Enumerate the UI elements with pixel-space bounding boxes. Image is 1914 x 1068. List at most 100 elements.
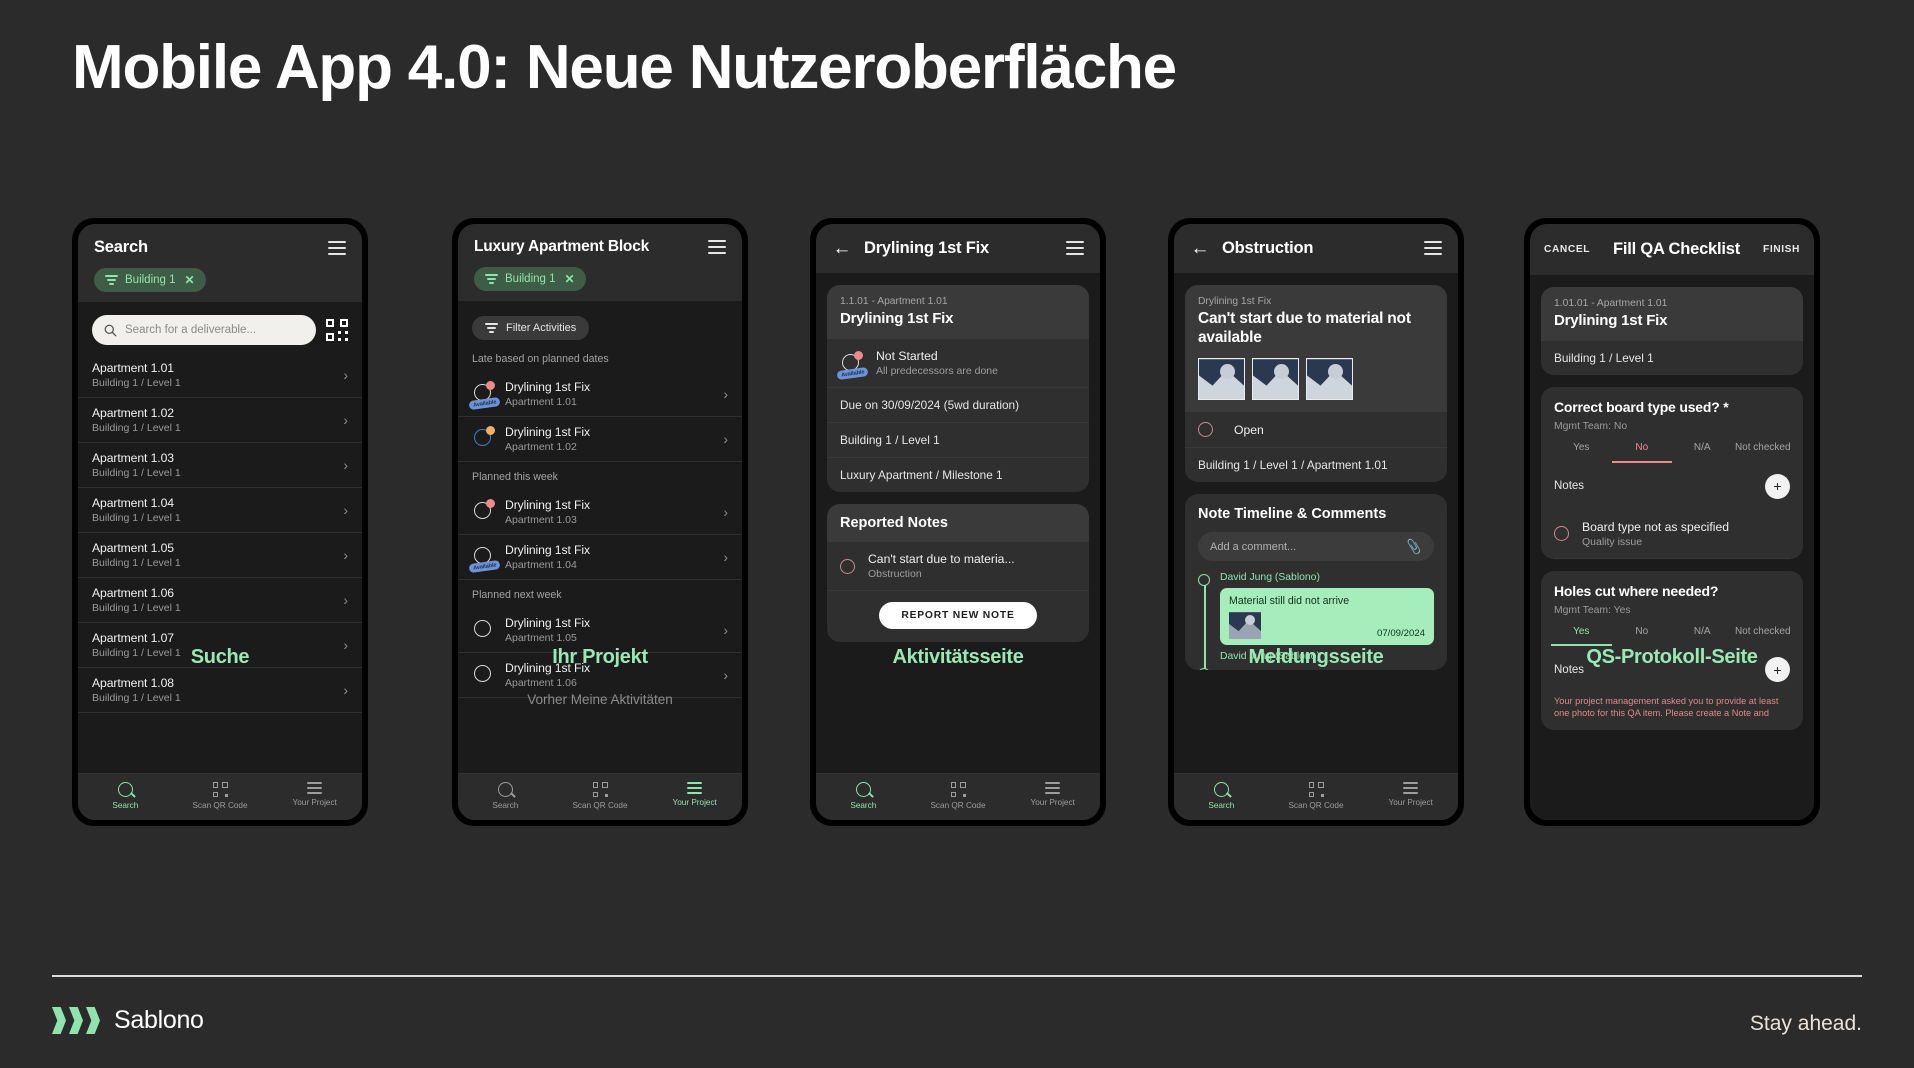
list-item[interactable]: Apartment 1.03 Building 1 / Level 1 › xyxy=(78,443,362,488)
nav-tab-project[interactable]: Your Project xyxy=(267,782,362,810)
add-note-button[interactable]: + xyxy=(1765,473,1790,499)
card-header: Drylining 1st Fix Can't start due to mat… xyxy=(1185,285,1447,413)
item-sub: Building 1 / Level 1 xyxy=(92,602,181,614)
status-row[interactable]: Available Not Started All predecessors ar… xyxy=(827,339,1089,388)
filter-chip-building[interactable]: Building 1 ✕ xyxy=(474,267,586,291)
nav-label: Search xyxy=(112,801,139,810)
phone-frame: ← Obstruction Drylining 1st Fix Can't st… xyxy=(1168,218,1464,826)
list-item[interactable]: Apartment 1.05 Building 1 / Level 1 › xyxy=(78,533,362,578)
qa-option-na[interactable]: N/A xyxy=(1672,442,1733,463)
filter-activities-label: Filter Activities xyxy=(506,321,577,334)
back-arrow-icon[interactable]: ← xyxy=(832,238,852,258)
nav-tab-scan[interactable]: Scan QR Code xyxy=(173,782,268,810)
app-bar: Luxury Apartment Block Building 1 ✕ xyxy=(458,224,742,301)
app-bar: Search Building 1 ✕ xyxy=(78,224,362,302)
list-item[interactable]: Apartment 1.01 Building 1 / Level 1 › xyxy=(78,353,362,398)
search-input[interactable]: Search for a deliverable... xyxy=(92,315,316,345)
bottom-navigation: Search Scan QR Code Your Project xyxy=(78,773,362,820)
activity-row[interactable]: Drylining 1st Fix Apartment 1.03 › xyxy=(458,490,742,535)
comment-photo-thumbnail[interactable] xyxy=(1229,612,1261,640)
photo-thumbnail[interactable] xyxy=(1198,358,1245,401)
reported-notes-card: Reported Notes Can't start due to materi… xyxy=(827,504,1089,642)
filter-chip-label: Building 1 xyxy=(125,274,176,286)
nav-tab-search[interactable]: Search xyxy=(458,782,553,810)
activity-row[interactable]: Drylining 1st Fix Apartment 1.02 › xyxy=(458,417,742,462)
activity-sub: Apartment 1.01 xyxy=(505,395,577,408)
activity-sub: Apartment 1.03 xyxy=(505,513,577,526)
chevron-right-icon: › xyxy=(723,548,728,565)
nav-tab-scan[interactable]: Scan QR Code xyxy=(1269,782,1364,810)
hamburger-menu-icon[interactable] xyxy=(1066,241,1084,255)
qa-option-yes[interactable]: Yes xyxy=(1551,626,1612,646)
qa-option-yes[interactable]: Yes xyxy=(1551,442,1612,463)
finish-button[interactable]: FINISH xyxy=(1763,244,1800,255)
nav-tab-project[interactable]: Your Project xyxy=(1363,782,1458,810)
cancel-button[interactable]: CANCEL xyxy=(1544,244,1590,255)
qa-option-not-checked[interactable]: Not checked xyxy=(1733,442,1794,463)
nav-tab-project[interactable]: Your Project xyxy=(647,782,742,810)
chevron-right-icon: › xyxy=(723,430,728,447)
search-icon xyxy=(104,324,117,336)
item-sub: Building 1 / Level 1 xyxy=(92,422,181,434)
caption-note: Meldungsseite xyxy=(1248,646,1384,668)
qa-deliverable-card: 1.01.01 - Apartment 1.01 Drylining 1st F… xyxy=(1541,287,1803,375)
screen-title: Search xyxy=(94,238,148,256)
add-comment-input[interactable]: Add a comment... 📎 xyxy=(1198,532,1434,562)
nav-tab-scan[interactable]: Scan QR Code xyxy=(553,782,648,810)
due-date-row: Due on 30/09/2024 (5wd duration) xyxy=(827,388,1089,423)
nav-label: Your Project xyxy=(292,798,337,807)
note-status-row[interactable]: Open xyxy=(1185,412,1447,449)
nav-tab-search[interactable]: Search xyxy=(816,782,911,810)
qa-notes-label: Notes xyxy=(1554,480,1585,492)
list-item[interactable]: Apartment 1.08 Building 1 / Level 1 › xyxy=(78,668,362,713)
list-item[interactable]: Apartment 1.06 Building 1 / Level 1 › xyxy=(78,578,362,623)
list-item[interactable]: Apartment 1.04 Building 1 / Level 1 › xyxy=(78,488,362,533)
item-name: Apartment 1.06 xyxy=(92,586,174,600)
hamburger-menu-icon[interactable] xyxy=(328,240,346,255)
nav-label: Scan QR Code xyxy=(1288,801,1344,810)
chevron-right-icon: › xyxy=(723,503,728,520)
qa-question-text: Correct board type used? * xyxy=(1554,399,1729,415)
photo-thumbnail[interactable] xyxy=(1306,358,1353,401)
group-header: Planned this week xyxy=(472,470,558,483)
qa-option-no[interactable]: No xyxy=(1611,442,1672,463)
list-item[interactable]: Apartment 1.02 Building 1 / Level 1 › xyxy=(78,398,362,443)
nav-tab-search[interactable]: Search xyxy=(1174,782,1269,810)
activity-row[interactable]: Available Drylining 1st Fix Apartment 1.0… xyxy=(458,535,742,580)
nav-tab-search[interactable]: Search xyxy=(78,782,173,810)
phone-frame: Search Building 1 ✕ Search for a deliver… xyxy=(72,218,368,826)
comment-text: Material still did not arrive xyxy=(1229,595,1350,608)
qa-note-row[interactable]: Board type not as specified Quality issue xyxy=(1541,510,1803,558)
activity-row[interactable]: Available Drylining 1st Fix Apartment 1.0… xyxy=(458,372,742,417)
screen-body: Drylining 1st Fix Can't start due to mat… xyxy=(1174,273,1458,773)
phone-screen-qa: CANCEL Fill QA Checklist FINISH 1.01.01 … xyxy=(1530,224,1814,820)
phone-screen-note: ← Obstruction Drylining 1st Fix Can't st… xyxy=(1174,224,1458,820)
filter-chip-building[interactable]: Building 1 ✕ xyxy=(94,268,206,292)
back-arrow-icon[interactable]: ← xyxy=(1190,238,1210,258)
attachment-icon[interactable]: 📎 xyxy=(1405,537,1424,556)
filter-activities-button[interactable]: Filter Activities xyxy=(472,315,590,340)
close-icon[interactable]: ✕ xyxy=(185,273,195,287)
nav-tab-project[interactable]: Your Project xyxy=(1005,782,1100,810)
note-location-row: Building 1 / Level 1 / Apartment 1.01 xyxy=(1198,458,1388,473)
photo-thumbnail[interactable] xyxy=(1252,358,1299,401)
hamburger-menu-icon[interactable] xyxy=(708,240,726,254)
nav-tab-scan[interactable]: Scan QR Code xyxy=(911,782,1006,810)
close-icon[interactable]: ✕ xyxy=(565,272,575,286)
chevron-right-icon: › xyxy=(343,592,348,608)
qa-option-na[interactable]: N/A xyxy=(1672,626,1733,647)
note-row[interactable]: Can't start due to materia... Obstruction xyxy=(827,542,1089,591)
qa-option-no[interactable]: No xyxy=(1612,626,1673,647)
search-icon xyxy=(497,782,513,797)
qa-notes-row: Notes + xyxy=(1541,463,1803,510)
milestone-row: Luxury Apartment / Milestone 1 xyxy=(840,468,1003,482)
activity-name: Drylining 1st Fix xyxy=(505,379,590,394)
timeline-dot-icon xyxy=(1198,574,1210,587)
scan-qr-icon[interactable] xyxy=(326,319,348,341)
open-status-icon xyxy=(840,558,855,574)
list-icon xyxy=(687,782,703,794)
hamburger-menu-icon[interactable] xyxy=(1424,241,1442,255)
report-new-note-button[interactable]: REPORT NEW NOTE xyxy=(879,602,1037,629)
qa-note-sub: Quality issue xyxy=(1582,535,1643,548)
qa-option-not-checked[interactable]: Not checked xyxy=(1733,626,1794,647)
